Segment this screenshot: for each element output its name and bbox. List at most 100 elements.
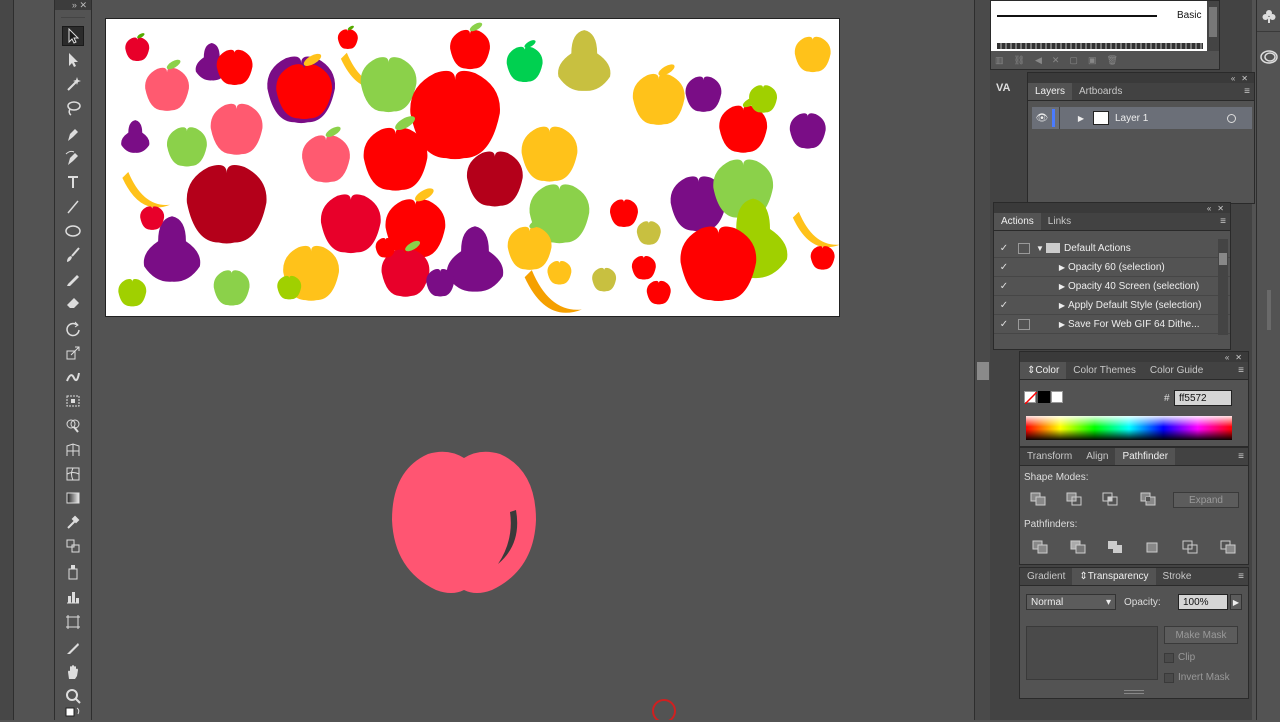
merge-icon[interactable]	[1107, 540, 1123, 554]
expand-triangle-icon[interactable]: ▶	[1056, 282, 1068, 291]
artboard-tool[interactable]	[62, 612, 84, 632]
minus-back-icon[interactable]	[1220, 540, 1236, 554]
tab-gradient[interactable]: Gradient	[1020, 568, 1072, 585]
fruit-shape[interactable]	[810, 246, 835, 270]
actions-scrollbar[interactable]	[1218, 239, 1228, 335]
action-row[interactable]: ✓ ▶ Opacity 40 Screen (selection)	[994, 277, 1230, 296]
fill-stroke-swatch[interactable]	[62, 707, 84, 720]
minus-front-icon[interactable]	[1066, 492, 1082, 506]
unite-icon[interactable]	[1030, 492, 1046, 506]
brush-arrow-icon[interactable]: ◀	[1035, 55, 1042, 69]
check-icon[interactable]: ✓	[994, 262, 1014, 273]
panel-menu-icon[interactable]: ≡	[1220, 216, 1226, 227]
fruit-shape[interactable]	[302, 135, 350, 183]
tab-stroke[interactable]: Stroke	[1156, 568, 1199, 585]
none-swatch-icon[interactable]	[1024, 391, 1038, 405]
expand-triangle-icon[interactable]: ▶	[1056, 320, 1068, 329]
fruit-shape[interactable]	[166, 127, 207, 167]
fruit-shape[interactable]	[450, 29, 490, 70]
symbol-sprayer-tool[interactable]	[62, 562, 84, 582]
fruit-shape[interactable]	[685, 76, 722, 112]
ellipse-tool[interactable]	[62, 221, 84, 241]
eyedropper-tool[interactable]	[62, 512, 84, 532]
character-va-icon[interactable]: VA	[996, 82, 1010, 94]
right-strip-scrollbar[interactable]	[1267, 290, 1271, 330]
pear-shape[interactable]	[121, 120, 150, 153]
fruit-shape[interactable]	[610, 199, 638, 227]
charcoal-brush-stroke[interactable]	[997, 43, 1203, 49]
brush-scrollbar[interactable]	[1207, 1, 1219, 51]
zoom-tool[interactable]	[62, 686, 84, 706]
fruit-shape[interactable]	[507, 226, 552, 270]
fruit-shape[interactable]	[592, 267, 617, 292]
free-transform-tool[interactable]	[62, 391, 84, 411]
scrollbar-thumb[interactable]	[977, 362, 989, 380]
pencil-tool[interactable]	[62, 269, 84, 289]
panel-menu-icon[interactable]: ≡	[1238, 451, 1244, 462]
fruit-shape[interactable]	[375, 238, 396, 258]
make-mask-button[interactable]: Make Mask	[1164, 626, 1238, 644]
lasso-tool[interactable]	[62, 98, 84, 118]
white-swatch[interactable]	[1051, 391, 1063, 403]
check-icon[interactable]: ✓	[994, 281, 1014, 292]
magic-wand-tool[interactable]	[62, 74, 84, 94]
check-icon[interactable]: ✓	[994, 319, 1014, 330]
fruit-shape[interactable]	[506, 46, 543, 83]
pen-tool[interactable]	[62, 124, 84, 144]
fruit-shape[interactable]	[277, 275, 302, 300]
close-icon[interactable]: ✕	[79, 0, 87, 11]
collapse-icon[interactable]: «	[1225, 353, 1229, 362]
tools-panel-header[interactable]: » ✕	[55, 0, 91, 10]
perspective-grid-tool[interactable]	[62, 440, 84, 460]
brush-link-icon[interactable]: ⛓	[1014, 55, 1025, 69]
line-tool[interactable]	[62, 197, 84, 217]
fruit-shape[interactable]	[547, 260, 572, 285]
actions-panel-topbar[interactable]: «✕	[994, 203, 1230, 213]
hex-color-field[interactable]: ff5572	[1174, 390, 1232, 406]
basic-brush-stroke[interactable]	[997, 15, 1157, 17]
fruit-shape[interactable]	[680, 226, 757, 302]
type-tool[interactable]	[62, 172, 84, 192]
fruit-shape[interactable]	[213, 270, 250, 306]
visibility-eye-icon[interactable]: 👁	[1032, 113, 1052, 124]
fruit-shape[interactable]	[320, 194, 381, 254]
outline-icon[interactable]	[1182, 540, 1198, 554]
tab-actions[interactable]: Actions	[994, 213, 1041, 230]
color-panel-topbar[interactable]: «✕	[1020, 352, 1248, 362]
paintbrush-tool[interactable]	[62, 245, 84, 265]
brush-options-icon[interactable]: ✕	[1052, 55, 1060, 69]
action-row[interactable]: ✓ ▶ Apply Default Style (selection)	[994, 296, 1230, 315]
panel-menu-icon[interactable]: ≡	[1238, 571, 1244, 582]
slice-tool[interactable]	[62, 638, 84, 658]
shape-builder-tool[interactable]	[62, 415, 84, 435]
black-swatch[interactable]	[1038, 391, 1050, 403]
expand-button[interactable]: Expand	[1173, 492, 1239, 508]
banana-shape[interactable]	[122, 171, 171, 208]
fruit-shape[interactable]	[598, 133, 650, 185]
brush-new-icon[interactable]: ▢	[1069, 55, 1078, 69]
opacity-field[interactable]: 100%	[1178, 594, 1228, 610]
rotate-tool[interactable]	[62, 319, 84, 339]
intersect-icon[interactable]	[1102, 492, 1118, 506]
tab-transparency[interactable]: ⇕ Transparency	[1072, 568, 1156, 585]
fruit-shape[interactable]	[794, 36, 831, 73]
panel-menu-icon[interactable]: ≡	[1238, 365, 1244, 376]
tab-pathfinder[interactable]: Pathfinder	[1115, 448, 1176, 465]
divide-icon[interactable]	[1032, 540, 1048, 554]
tab-color[interactable]: ⇕ Color	[1020, 362, 1067, 379]
blend-tool[interactable]	[62, 536, 84, 556]
exclude-icon[interactable]	[1140, 492, 1156, 506]
dialog-toggle-icon[interactable]	[1018, 318, 1030, 330]
pear-shape[interactable]	[446, 226, 504, 292]
brush-page-icon[interactable]: ▣	[1088, 55, 1097, 69]
direct-selection-tool[interactable]	[62, 50, 84, 70]
selected-apple-shape[interactable]	[388, 448, 540, 596]
action-row[interactable]: ✓ ▶ Save For Web GIF 64 Dithe...	[994, 315, 1230, 334]
close-icon[interactable]: ✕	[1235, 353, 1242, 362]
tab-links[interactable]: Links	[1041, 213, 1078, 230]
tab-align[interactable]: Align	[1079, 448, 1115, 465]
tab-transform[interactable]: Transform	[1020, 448, 1079, 465]
expand-triangle-icon[interactable]: ▼	[1034, 244, 1046, 253]
brush-delete-icon[interactable]: 🗑	[1106, 55, 1117, 69]
close-icon[interactable]: ✕	[1241, 74, 1248, 83]
